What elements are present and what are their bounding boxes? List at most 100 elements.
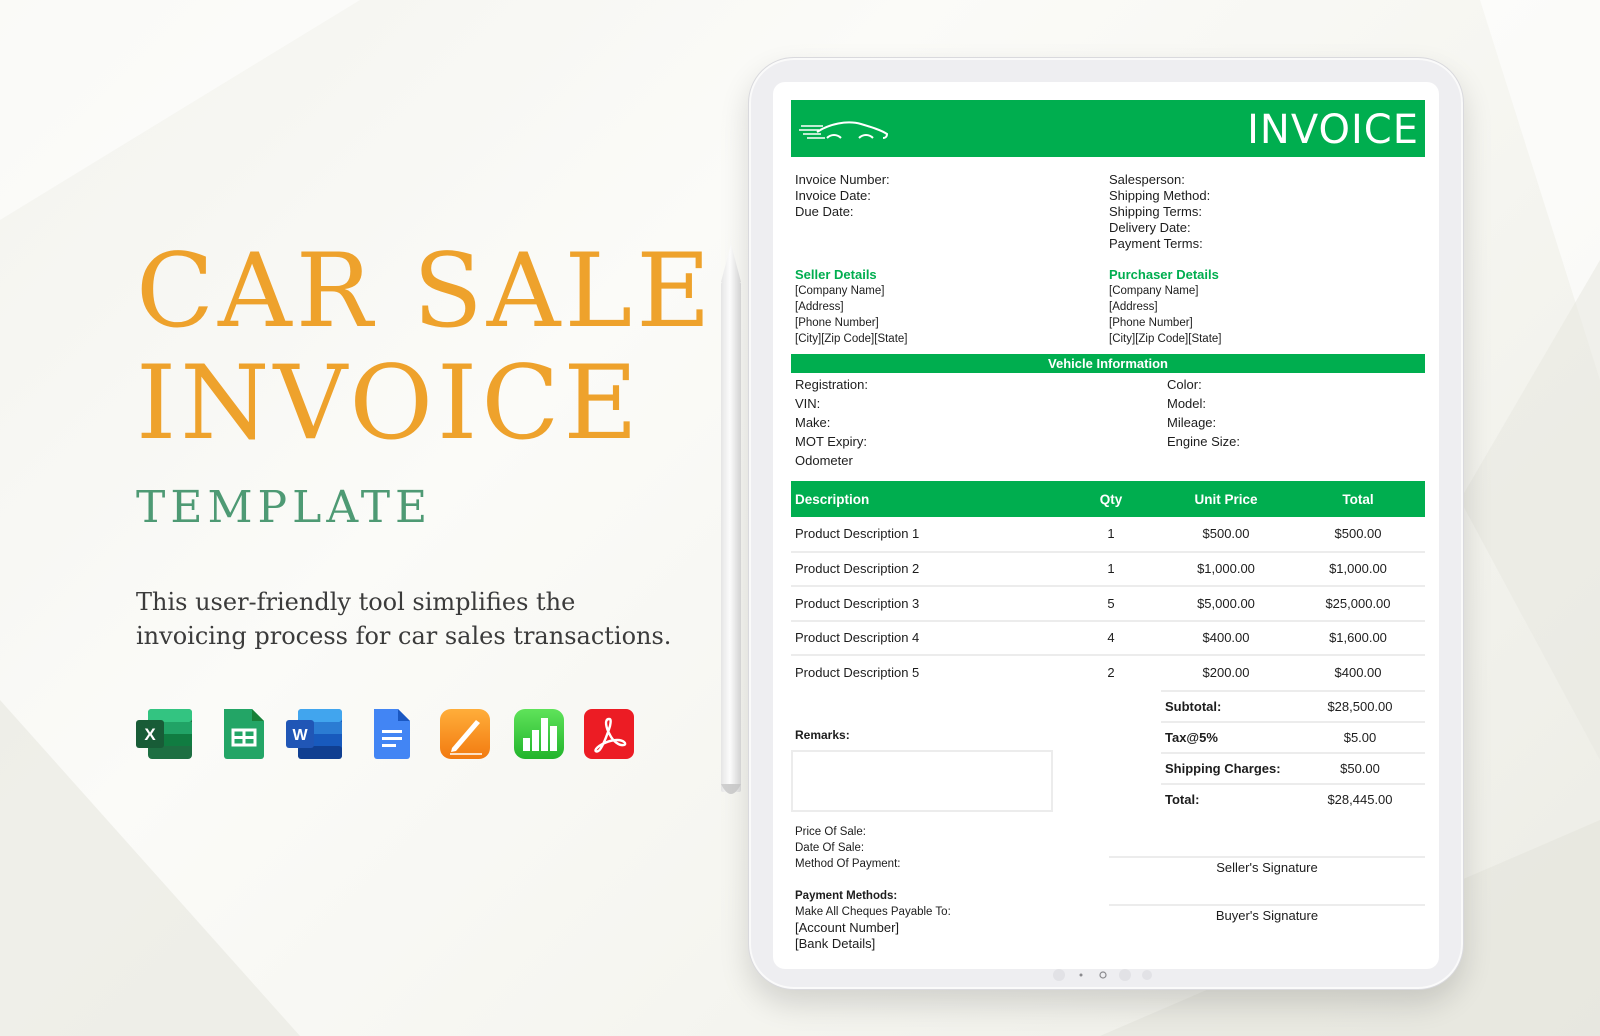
invoice-number-label: Invoice Number: bbox=[795, 172, 890, 187]
item-description: Product Description 1 bbox=[791, 517, 1061, 553]
google-sheets-icon[interactable] bbox=[216, 708, 272, 760]
excel-icon[interactable]: X bbox=[136, 708, 192, 760]
invoice-document: INVOICE Invoice Number: Invoice Date: Du… bbox=[791, 100, 1425, 969]
purchaser-heading: Purchaser Details bbox=[1109, 267, 1219, 282]
promo-subtitle: TEMPLATE bbox=[136, 482, 433, 533]
subtotal-value: $28,500.00 bbox=[1295, 689, 1425, 723]
mileage-label: Mileage: bbox=[1167, 415, 1217, 430]
seller-signature: Seller's Signature bbox=[1109, 855, 1425, 875]
tablet-screen: INVOICE Invoice Number: Invoice Date: Du… bbox=[773, 82, 1439, 969]
seller-company: [Company Name] bbox=[795, 285, 885, 297]
mot-expiry-label: MOT Expiry: bbox=[795, 434, 867, 449]
engine-size-label: Engine Size: bbox=[1167, 434, 1240, 449]
pdf-icon[interactable] bbox=[582, 708, 638, 760]
invoice-meta-right: Salesperson: Shipping Method: Shipping T… bbox=[1109, 172, 1210, 267]
stylus-pencil bbox=[721, 244, 741, 794]
google-docs-icon[interactable] bbox=[364, 708, 420, 760]
format-icons: X W bbox=[136, 708, 656, 764]
item-qty: 2 bbox=[1107, 665, 1115, 681]
item-total: $25,000.00 bbox=[1291, 586, 1425, 622]
payment-terms-label: Payment Terms: bbox=[1109, 236, 1203, 251]
total-value: $28,445.00 bbox=[1327, 792, 1393, 807]
seller-address: [Address] bbox=[795, 301, 844, 313]
shipping-terms-label: Shipping Terms: bbox=[1109, 204, 1202, 219]
invoice-header-banner: INVOICE bbox=[791, 100, 1425, 157]
tax-row: Tax@5% $5.00 bbox=[1161, 721, 1425, 754]
word-icon[interactable]: W bbox=[286, 708, 342, 760]
buyer-signature: Buyer's Signature bbox=[1109, 903, 1425, 923]
sale-info: Price Of Sale: Date Of Sale: Method Of P… bbox=[795, 824, 900, 872]
total-label: Total: bbox=[1165, 792, 1200, 807]
shipping-label: Shipping Charges: bbox=[1161, 752, 1295, 785]
car-icon bbox=[799, 121, 889, 139]
odometer-label: Odometer bbox=[795, 453, 853, 468]
table-row: Product Description 5 2 $200.00 $400.00 bbox=[791, 655, 1425, 690]
promo-section: CAR SALE INVOICE TEMPLATE This user-frie… bbox=[136, 232, 715, 653]
invoice-title: INVOICE bbox=[1247, 107, 1419, 153]
totals-table: Subtotal: $28,500.00 Tax@5% $5.00 Shippi… bbox=[1161, 689, 1425, 815]
item-unit-price: $200.00 bbox=[1202, 665, 1250, 681]
invoice-meta: Invoice Number: Invoice Date: Due Date: … bbox=[791, 172, 1425, 267]
item-total: $400.00 bbox=[1334, 665, 1382, 681]
remarks-label: Remarks: bbox=[795, 727, 850, 742]
seller-phone: [Phone Number] bbox=[795, 317, 879, 329]
shipping-row: Shipping Charges: $50.00 bbox=[1161, 752, 1425, 785]
item-unit-price: $1,000.00 bbox=[1161, 551, 1291, 587]
vehicle-info: Registration: VIN: Make: MOT Expiry: Odo… bbox=[791, 373, 1425, 481]
party-details: Seller Details [Company Name] [Address] … bbox=[791, 267, 1425, 354]
invoice-meta-left: Invoice Number: Invoice Date: Due Date: bbox=[791, 172, 1109, 267]
cheques-payable-label: Make All Cheques Payable To: bbox=[795, 905, 951, 918]
item-unit-price: $400.00 bbox=[1161, 620, 1291, 656]
invoice-lower-section: Subtotal: $28,500.00 Tax@5% $5.00 Shippi… bbox=[791, 689, 1425, 970]
invoice-date-label: Invoice Date: bbox=[795, 188, 871, 203]
table-row: Product Description 1 1 $500.00 $500.00 bbox=[791, 517, 1425, 553]
promo-description: This user-friendly tool simplifies the i… bbox=[136, 588, 672, 650]
tax-value: $5.00 bbox=[1295, 721, 1425, 754]
pages-icon[interactable] bbox=[438, 708, 494, 760]
subtotal-row: Subtotal: $28,500.00 bbox=[1161, 689, 1425, 723]
date-of-sale-label: Date Of Sale: bbox=[795, 841, 865, 854]
item-qty: 5 bbox=[1061, 586, 1161, 622]
payment-methods-heading: Payment Methods: bbox=[795, 889, 898, 902]
vehicle-info-left: Registration: VIN: Make: MOT Expiry: Odo… bbox=[791, 375, 1167, 481]
item-qty: 4 bbox=[1061, 620, 1161, 656]
payment-methods: Payment Methods: Make All Cheques Payabl… bbox=[795, 888, 951, 952]
seller-heading: Seller Details bbox=[795, 267, 877, 282]
purchaser-phone: [Phone Number] bbox=[1109, 317, 1193, 329]
header-unit-price: Unit Price bbox=[1161, 481, 1291, 517]
table-row: Product Description 4 4 $400.00 $1,600.0… bbox=[791, 620, 1425, 656]
item-description: Product Description 3 bbox=[791, 586, 1061, 622]
numbers-icon[interactable] bbox=[512, 708, 568, 760]
item-qty: 1 bbox=[1061, 551, 1161, 587]
seller-city-zip-state: [City][Zip Code][State] bbox=[795, 333, 908, 345]
purchaser-company: [Company Name] bbox=[1109, 285, 1199, 297]
items-table: Description Qty Unit Price Total Product… bbox=[791, 481, 1425, 690]
item-total: $1,600.00 bbox=[1291, 620, 1425, 656]
total-row: Total: $28,445.00 bbox=[1161, 784, 1425, 815]
promo-title-line-2: INVOICE bbox=[136, 344, 642, 463]
account-number-placeholder: [Account Number] bbox=[795, 919, 900, 935]
color-label: Color: bbox=[1167, 377, 1202, 392]
salesperson-label: Salesperson: bbox=[1109, 172, 1185, 187]
remarks-box[interactable] bbox=[791, 749, 1053, 812]
promo-title-line-1: CAR SALE bbox=[136, 232, 715, 351]
subtotal-label: Subtotal: bbox=[1161, 689, 1295, 723]
item-unit-price: $5,000.00 bbox=[1161, 586, 1291, 622]
item-unit-price: $500.00 bbox=[1161, 517, 1291, 553]
method-of-payment-label: Method Of Payment: bbox=[795, 857, 901, 870]
delivery-date-label: Delivery Date: bbox=[1109, 220, 1191, 235]
tablet-device: INVOICE Invoice Number: Invoice Date: Du… bbox=[748, 57, 1464, 990]
purchaser-city-zip-state: [City][Zip Code][State] bbox=[1109, 333, 1222, 345]
item-qty: 1 bbox=[1061, 517, 1161, 553]
shipping-value: $50.00 bbox=[1295, 752, 1425, 785]
make-label: Make: bbox=[795, 415, 831, 430]
table-row: Product Description 2 1 $1,000.00 $1,000… bbox=[791, 551, 1425, 587]
bank-details-placeholder: [Bank Details] bbox=[795, 935, 876, 951]
model-label: Model: bbox=[1167, 396, 1207, 411]
tablet-page-indicators bbox=[1053, 969, 1152, 981]
tax-label: Tax@5% bbox=[1161, 721, 1295, 754]
header-description: Description bbox=[791, 481, 1061, 517]
svg-text:W: W bbox=[292, 727, 308, 744]
vehicle-info-heading: Vehicle Information bbox=[791, 354, 1425, 373]
item-description: Product Description 5 bbox=[795, 665, 920, 681]
